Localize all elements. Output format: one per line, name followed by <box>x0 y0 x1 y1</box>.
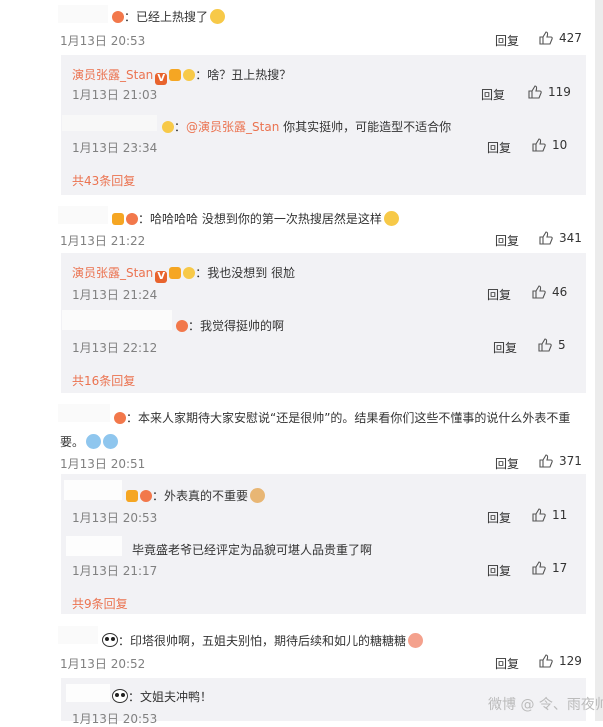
like-button[interactable]: 129 <box>539 654 582 668</box>
fire-icon <box>126 213 138 225</box>
comment-text: ：哈哈哈哈 没想到你的第一次热搜居然是这样 <box>110 210 399 227</box>
reply-button[interactable]: 回复 <box>481 86 505 103</box>
comment-time: 1月13日 20:53 <box>60 34 146 48</box>
reply-time: 1月13日 21:17 <box>72 564 158 578</box>
reply-button[interactable]: 回复 <box>495 232 519 249</box>
thumbs-up-icon <box>538 338 552 352</box>
thumbs-up-icon <box>539 231 553 245</box>
reply-time: 1月13日 20:53 <box>72 712 158 726</box>
thumbs-up-icon <box>532 561 546 575</box>
like-button[interactable]: 119 <box>528 85 571 99</box>
reply-button[interactable]: 回复 <box>487 286 511 303</box>
reply-text: 演员张露_Stan V ：啥？丑上热搜？ <box>72 68 292 85</box>
like-button[interactable]: 10 <box>532 138 567 152</box>
reply-text: ：外表真的不重要 <box>124 487 266 504</box>
like-button[interactable]: 341 <box>539 231 582 245</box>
reply-user-link[interactable]: 演员张露_Stan <box>72 68 153 82</box>
gold-medal-icon <box>183 69 196 81</box>
like-button[interactable]: 11 <box>532 508 567 522</box>
panda-emoji-icon <box>112 689 128 703</box>
reply-text: ：我觉得挺帅的啊 <box>174 317 284 334</box>
like-button[interactable]: 371 <box>539 454 582 468</box>
comment-text-continued: 要。 <box>60 433 119 450</box>
avatar-name-redacted <box>58 626 98 644</box>
like-button[interactable]: 5 <box>538 338 566 352</box>
verified-v-icon: V <box>155 73 168 85</box>
reply-time: 1月13日 23:34 <box>72 141 158 155</box>
gold-medal-icon <box>183 267 196 279</box>
comment-text: ：本来人家期待大家安慰说“还是很帅”的。结果看你们这些不懂事的说什么外表不重 <box>112 409 570 426</box>
reply-button[interactable]: 回复 <box>495 655 519 672</box>
avatar-name-redacted <box>66 684 110 702</box>
crown-icon <box>169 267 182 279</box>
weibo-watermark: 微博 @ 令、雨夜帅 <box>488 697 603 713</box>
crown-icon <box>112 213 124 225</box>
fire-icon <box>114 412 126 424</box>
reply-text: 毕竟盛老爷已经评定为品貌可堪人品贵重了啊 <box>132 543 373 557</box>
avatar-name-redacted <box>64 480 122 500</box>
fire-icon <box>112 11 124 23</box>
scrollbar-track[interactable] <box>595 0 603 721</box>
comment-text: ：印塔很帅啊，五姐夫别怕，期待后续和如儿的糖糖糖 <box>100 632 424 649</box>
reply-time: 1月13日 21:24 <box>72 288 158 302</box>
like-button[interactable]: 17 <box>532 561 567 575</box>
fire-icon <box>176 320 188 332</box>
comment-time: 1月13日 21:22 <box>60 234 146 248</box>
verified-v-icon: V <box>155 271 168 283</box>
reply-text: 演员张露_Stan V ：我也没想到 很尬 <box>72 266 296 283</box>
avatar-name-redacted <box>58 5 108 23</box>
reply-button[interactable]: 回复 <box>493 339 517 356</box>
reply-time: 1月13日 20:53 <box>72 511 158 525</box>
smile-emoji-icon <box>383 211 399 226</box>
laugh-cry-emoji-icon <box>86 434 102 449</box>
reply-button[interactable]: 回复 <box>495 32 519 49</box>
reply-text: ：文姐夫冲鸭！ <box>110 688 212 705</box>
panda-emoji-icon <box>102 633 118 647</box>
avatar-name-redacted <box>62 115 157 131</box>
comment-time: 1月13日 20:52 <box>60 657 146 671</box>
more-replies-link[interactable]: 共43条回复 <box>72 172 135 189</box>
reply-time: 1月13日 21:03 <box>72 88 158 102</box>
comment-text: ：已经上热搜了 <box>110 8 226 25</box>
avatar-name-redacted <box>62 310 172 330</box>
reply-time: 1月13日 22:12 <box>72 341 158 355</box>
reply-button[interactable]: 回复 <box>487 509 511 526</box>
thumbs-up-icon <box>532 138 546 152</box>
reply-button[interactable]: 回复 <box>495 455 519 472</box>
reply-button[interactable]: 回复 <box>487 562 511 579</box>
reply-user-link[interactable]: 演员张露_Stan <box>72 266 153 280</box>
reply-button[interactable]: 回复 <box>487 139 511 156</box>
cat-emoji-icon <box>250 488 266 503</box>
mention-link[interactable]: @演员张露_Stan <box>186 120 279 134</box>
thumbs-up-icon <box>539 31 553 45</box>
thumbs-up-icon <box>532 508 546 522</box>
like-button[interactable]: 46 <box>532 285 567 299</box>
more-replies-link[interactable]: 共16条回复 <box>72 372 135 389</box>
thumbs-up-icon <box>539 654 553 668</box>
thumbs-up-icon <box>532 285 546 299</box>
avatar-name-redacted <box>58 404 110 422</box>
like-button[interactable]: 427 <box>539 31 582 45</box>
thumbs-up-icon <box>539 454 553 468</box>
avatar-name-redacted <box>66 536 122 556</box>
fire-icon <box>140 490 152 502</box>
laugh-cry-emoji-icon <box>103 434 119 449</box>
reply-text: ：@演员张露_Stan 你其实挺帅，可能造型不适合你 <box>160 118 451 135</box>
smile-emoji-icon <box>210 9 226 24</box>
comment-time: 1月13日 20:51 <box>60 457 146 471</box>
thumbs-up-icon <box>528 85 542 99</box>
crown-icon <box>126 490 138 502</box>
crown-icon <box>169 69 182 81</box>
pig-emoji-icon <box>408 633 424 648</box>
avatar-name-redacted <box>58 206 108 224</box>
gold-medal-icon <box>162 121 174 133</box>
more-replies-link[interactable]: 共9条回复 <box>72 595 128 612</box>
